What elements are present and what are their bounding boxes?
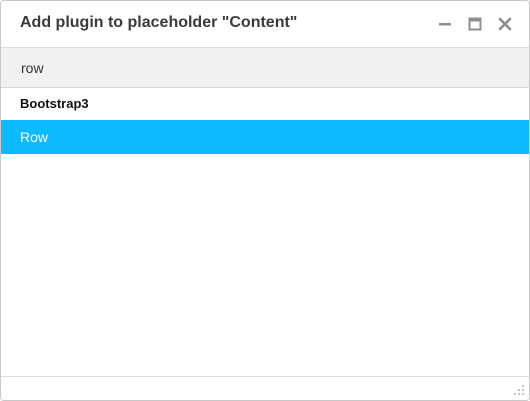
add-plugin-dialog: Add plugin to placeholder "Content" row … [0,0,530,401]
plugin-list: Bootstrap3 Row [1,88,529,154]
resize-handle-icon[interactable] [513,384,525,396]
minimize-icon [439,23,451,26]
maximize-button[interactable] [467,16,483,32]
window-controls [437,15,513,33]
close-button[interactable] [497,16,513,32]
dialog-header[interactable]: Add plugin to placeholder "Content" [1,1,529,48]
plugin-item-row[interactable]: Row [1,120,529,154]
dialog-title: Add plugin to placeholder "Content" [20,14,298,31]
search-bar [1,48,529,88]
minimize-button[interactable] [437,16,453,32]
maximize-icon [468,17,482,31]
close-icon [498,17,512,31]
plugin-group-title: Bootstrap3 [20,96,89,111]
dialog-footer [1,376,529,400]
plugin-search-input[interactable] [1,48,529,87]
